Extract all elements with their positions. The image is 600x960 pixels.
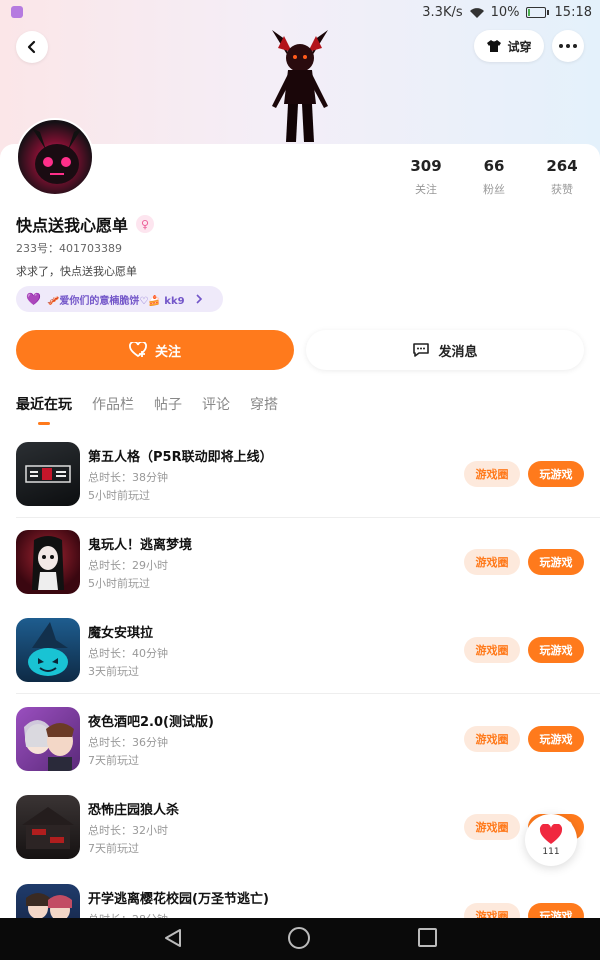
floating-like-button[interactable]: 111: [525, 814, 577, 866]
try-on-label: 试穿: [507, 39, 532, 54]
stat-followers[interactable]: 66 粉丝: [464, 157, 524, 197]
nickname-text: 快点送我心愿单: [16, 216, 129, 235]
back-button[interactable]: [16, 31, 48, 63]
dot-icon: [566, 44, 570, 48]
message-label: 发消息: [438, 344, 478, 360]
stat-value: 66: [483, 157, 505, 175]
game-last-played: 7天前玩过: [88, 842, 139, 855]
game-duration: 总时长：32小时: [88, 824, 168, 837]
game-duration: 总时长：36分钟: [88, 736, 168, 749]
tab-comments[interactable]: 评论: [202, 394, 230, 414]
game-title: 第五人格（P5R联动即将上线）: [88, 450, 273, 465]
tab-outfits[interactable]: 穿搭: [250, 394, 278, 414]
follow-label: 关注: [154, 344, 181, 360]
tshirt-icon: [487, 40, 502, 52]
list-item[interactable]: 魔女安琪拉 总时长：40分钟 3天前玩过 游戏圈 玩游戏: [0, 606, 600, 694]
nav-home-icon[interactable]: [288, 927, 310, 949]
game-last-played: 3天前玩过: [88, 665, 139, 678]
play-game-button[interactable]: 玩游戏: [528, 549, 584, 575]
heart-icon: [539, 823, 563, 844]
game-last-played: 7天前玩过: [88, 754, 139, 767]
game-title: 夜色酒吧2.0(测试版): [88, 715, 214, 730]
send-message-button[interactable]: 发消息: [306, 330, 584, 370]
game-icon: [16, 442, 80, 506]
user-id[interactable]: 233号：401703389: [16, 240, 122, 256]
play-game-button[interactable]: 玩游戏: [528, 637, 584, 663]
network-speed: 3.3K/s: [422, 5, 463, 20]
tab-works[interactable]: 作品栏: [92, 394, 134, 414]
game-icon: [16, 618, 80, 682]
game-circle-button[interactable]: 游戏圈: [464, 726, 520, 752]
tab-recently-played[interactable]: 最近在玩: [16, 394, 72, 414]
tab-posts[interactable]: 帖子: [154, 394, 182, 414]
game-duration: 总时长：38分钟: [88, 471, 168, 484]
relationship-badge[interactable]: 💜 🥓爱你们的意楠脆饼♡🍰 kk9: [16, 286, 223, 312]
game-icon: [16, 795, 80, 859]
divider: [16, 693, 600, 694]
dot-icon: [559, 44, 563, 48]
dot-icon: [573, 44, 577, 48]
game-circle-button[interactable]: 游戏圈: [464, 814, 520, 840]
wifi-icon: [469, 7, 484, 18]
purple-heart-icon: 💜: [26, 292, 41, 306]
try-on-button[interactable]: 试穿: [474, 30, 544, 62]
like-count: 111: [542, 846, 560, 857]
bio: 求求了，快点送我心愿单: [16, 265, 137, 278]
battery-icon: [525, 7, 549, 18]
more-options-button[interactable]: [552, 30, 584, 62]
chat-bubble-icon: [413, 343, 430, 357]
game-title: 开学逃离樱花校园(万圣节逃亡): [88, 892, 269, 907]
game-title: 恐怖庄园狼人杀: [88, 803, 180, 818]
chevron-left-icon: [27, 40, 36, 54]
badge-text: 🥓爱你们的意楠脆饼♡🍰 kk9: [46, 295, 185, 307]
stat-value: 264: [546, 157, 578, 175]
nav-back-icon[interactable]: [162, 927, 184, 949]
system-nav-bar: [0, 918, 600, 960]
heart-plus-icon: [129, 342, 147, 358]
chevron-right-icon: [195, 294, 202, 304]
profile-tabs: 最近在玩 作品栏 帖子 评论 穿搭: [16, 394, 278, 414]
game-circle-button[interactable]: 游戏圈: [464, 461, 520, 487]
stat-label: 关注: [415, 183, 437, 196]
play-game-button[interactable]: 玩游戏: [528, 726, 584, 752]
game-last-played: 5小时前玩过: [88, 489, 150, 502]
stat-following[interactable]: 309 关注: [396, 157, 456, 197]
list-item[interactable]: 恐怖庄园狼人杀 总时长：32小时 7天前玩过 游戏圈 玩游戏: [0, 783, 600, 871]
nickname: 快点送我心愿单 ♀: [16, 212, 155, 236]
list-item[interactable]: 鬼玩人！逃离梦境 总时长：29小时 5小时前玩过 游戏圈 玩游戏: [0, 518, 600, 606]
avatar[interactable]: [16, 118, 94, 196]
stat-value: 309: [410, 157, 442, 175]
stat-likes[interactable]: 264 获赞: [532, 157, 592, 197]
stat-label: 获赞: [551, 183, 573, 196]
clock: 15:18: [554, 5, 592, 20]
avatar-3d-figure: [272, 30, 328, 142]
stat-label: 粉丝: [483, 183, 505, 196]
divider: [16, 870, 600, 871]
game-icon: [16, 707, 80, 771]
app-notification-icon: [11, 6, 23, 18]
female-icon: ♀: [136, 215, 155, 233]
nav-recents-icon[interactable]: [418, 928, 437, 947]
battery-percent: 10%: [490, 5, 520, 20]
game-duration: 总时长：29小时: [88, 559, 168, 572]
follow-button[interactable]: 关注: [16, 330, 294, 370]
game-circle-button[interactable]: 游戏圈: [464, 549, 520, 575]
game-last-played: 5小时前玩过: [88, 577, 150, 590]
list-item[interactable]: 第五人格（P5R联动即将上线） 总时长：38分钟 5小时前玩过 游戏圈 玩游戏: [0, 430, 600, 518]
game-title: 鬼玩人！逃离梦境: [88, 538, 193, 553]
play-game-button[interactable]: 玩游戏: [528, 461, 584, 487]
game-icon: [16, 530, 80, 594]
status-bar: 3.3K/s 10% 15:18: [0, 0, 600, 26]
game-duration: 总时长：40分钟: [88, 647, 168, 660]
game-title: 魔女安琪拉: [88, 626, 154, 641]
game-circle-button[interactable]: 游戏圈: [464, 637, 520, 663]
list-item[interactable]: 夜色酒吧2.0(测试版) 总时长：36分钟 7天前玩过 游戏圈 玩游戏: [0, 695, 600, 783]
